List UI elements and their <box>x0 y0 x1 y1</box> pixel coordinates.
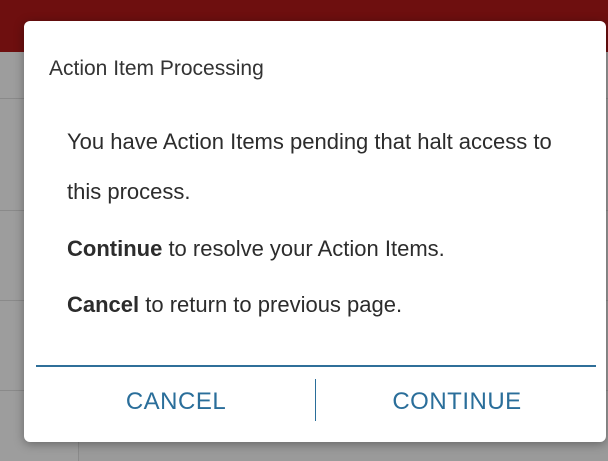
dialog-message: You have Action Items pending that halt … <box>67 129 552 204</box>
dialog-footer-divider <box>36 365 596 367</box>
cancel-keyword: Cancel <box>67 292 140 317</box>
dialog-title: Action Item Processing <box>49 57 264 80</box>
dialog-cancel-instruction: Cancel to return to previous page. <box>67 287 577 323</box>
cancel-instruction-text: to return to previous page. <box>139 292 403 317</box>
button-separator <box>315 379 316 421</box>
continue-instruction-text: to resolve your Action Items. <box>162 236 445 261</box>
cancel-button[interactable]: CANCEL <box>36 373 316 431</box>
dialog-continue-instruction: Continue to resolve your Action Items. <box>67 231 577 267</box>
dialog-body: You have Action Items pending that halt … <box>67 117 577 323</box>
continue-keyword: Continue <box>67 236 163 261</box>
continue-button[interactable]: CONTINUE <box>317 373 597 431</box>
action-item-dialog: Action Item Processing You have Action I… <box>24 21 606 442</box>
